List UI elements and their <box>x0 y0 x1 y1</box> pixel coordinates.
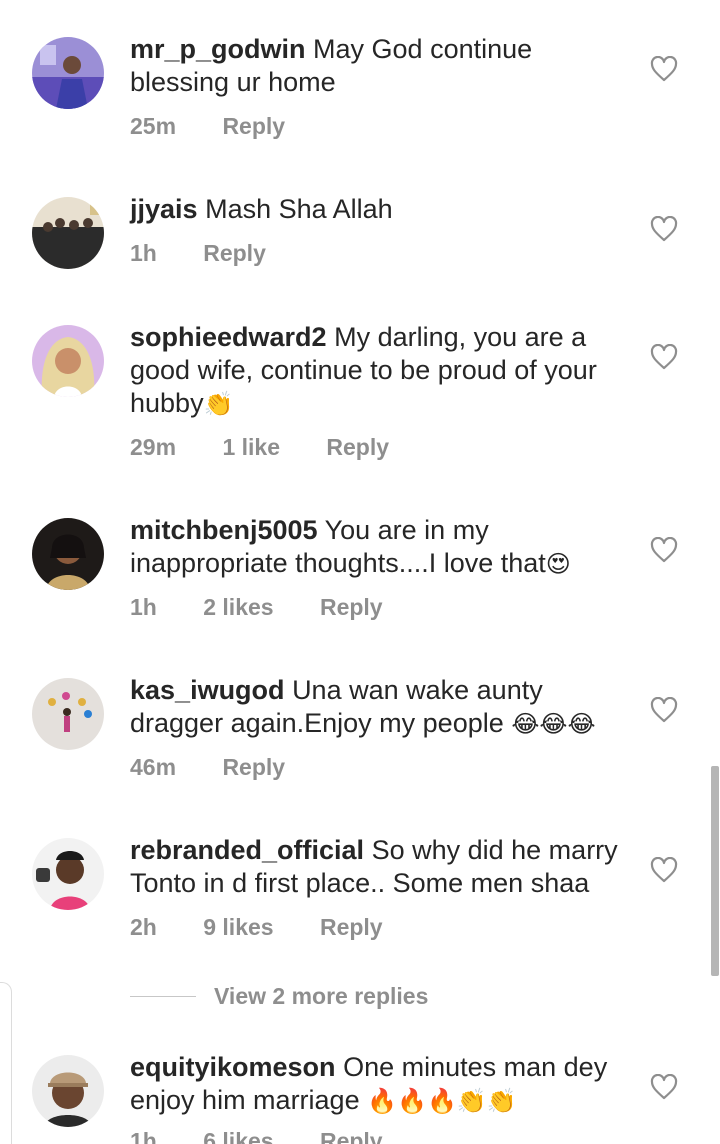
avatar[interactable] <box>32 325 104 397</box>
comment-emoji: 😂😂😂 <box>503 710 596 738</box>
comment-text: rebranded_official So why did he marry T… <box>130 834 630 900</box>
heart-icon[interactable] <box>650 344 678 370</box>
avatar[interactable] <box>32 37 104 109</box>
comment-meta: 1h Reply <box>130 240 302 267</box>
comment-emoji: 👏 <box>203 390 234 418</box>
heart-icon[interactable] <box>650 216 678 242</box>
avatar[interactable] <box>32 838 104 910</box>
heart-icon[interactable] <box>650 697 678 723</box>
comment-text: mitchbenj5005 You are in my inappropriat… <box>130 514 630 581</box>
reply-button[interactable]: Reply <box>320 914 383 941</box>
heart-icon[interactable] <box>650 56 678 82</box>
heart-icon[interactable] <box>650 857 678 883</box>
comment-meta: 2h 9 likes Reply <box>130 914 419 941</box>
avatar[interactable] <box>32 1055 104 1127</box>
comment-emoji: 🔥🔥🔥👏👏 <box>359 1087 517 1115</box>
comment-username[interactable]: sophieedward2 <box>130 322 327 352</box>
like-count[interactable]: 2 likes <box>203 594 273 621</box>
scrollbar[interactable] <box>711 766 719 976</box>
comment-username[interactable]: jjyais <box>130 194 198 224</box>
comment-time: 1h <box>130 594 157 620</box>
avatar[interactable] <box>32 197 104 269</box>
comment-username[interactable]: rebranded_official <box>130 835 364 865</box>
view-more-replies-label: View 2 more replies <box>214 982 429 1009</box>
reply-button[interactable]: Reply <box>326 434 389 461</box>
comment-text: equityikomeson One minutes man dey enjoy… <box>130 1051 630 1118</box>
reply-button[interactable]: Reply <box>320 594 383 621</box>
comment-text: jjyais Mash Sha Allah <box>130 193 630 226</box>
comment-username[interactable]: mr_p_godwin <box>130 34 306 64</box>
replies-divider <box>130 995 196 997</box>
comment-meta: 25m Reply <box>130 113 321 140</box>
reply-button[interactable]: Reply <box>203 240 266 267</box>
comment-meta: 1h 2 likes Reply <box>130 594 419 621</box>
reply-button[interactable]: Reply <box>222 754 285 781</box>
comment-time: 1h <box>130 1128 157 1144</box>
comment-text: mr_p_godwin May God continue blessing ur… <box>130 33 630 99</box>
comment-time: 1h <box>130 240 157 266</box>
like-count[interactable]: 1 like <box>222 434 280 461</box>
comment-emoji: 😍 <box>545 550 571 578</box>
comment-meta: 1h 6 likes Reply <box>130 1128 419 1144</box>
comment-time: 2h <box>130 914 157 940</box>
avatar[interactable] <box>32 518 104 590</box>
like-count[interactable]: 9 likes <box>203 914 273 941</box>
like-count[interactable]: 6 likes <box>203 1128 273 1144</box>
comment-username[interactable]: kas_iwugod <box>130 675 285 705</box>
comment-text: sophieedward2 My darling, you are a good… <box>130 321 630 421</box>
side-panel-edge <box>0 982 12 1144</box>
comment-time: 29m <box>130 434 177 460</box>
avatar[interactable] <box>32 678 104 750</box>
comment-message: Mash Sha Allah <box>205 194 393 224</box>
comment-meta: 46m Reply <box>130 754 321 781</box>
reply-button[interactable]: Reply <box>222 113 285 140</box>
comment-time: 46m <box>130 754 177 780</box>
comment-username[interactable]: equityikomeson <box>130 1052 336 1082</box>
comment-username[interactable]: mitchbenj5005 <box>130 515 318 545</box>
reply-button[interactable]: Reply <box>320 1128 383 1144</box>
view-more-replies-button[interactable]: View 2 more replies <box>130 982 428 1010</box>
comment-meta: 29m 1 like Reply <box>130 434 425 461</box>
comments-screen: mr_p_godwin May God continue blessing ur… <box>0 0 720 1144</box>
heart-icon[interactable] <box>650 537 678 563</box>
comment-time: 25m <box>130 113 177 139</box>
heart-icon[interactable] <box>650 1074 678 1100</box>
comment-text: kas_iwugod Una wan wake aunty dragger ag… <box>130 674 630 741</box>
